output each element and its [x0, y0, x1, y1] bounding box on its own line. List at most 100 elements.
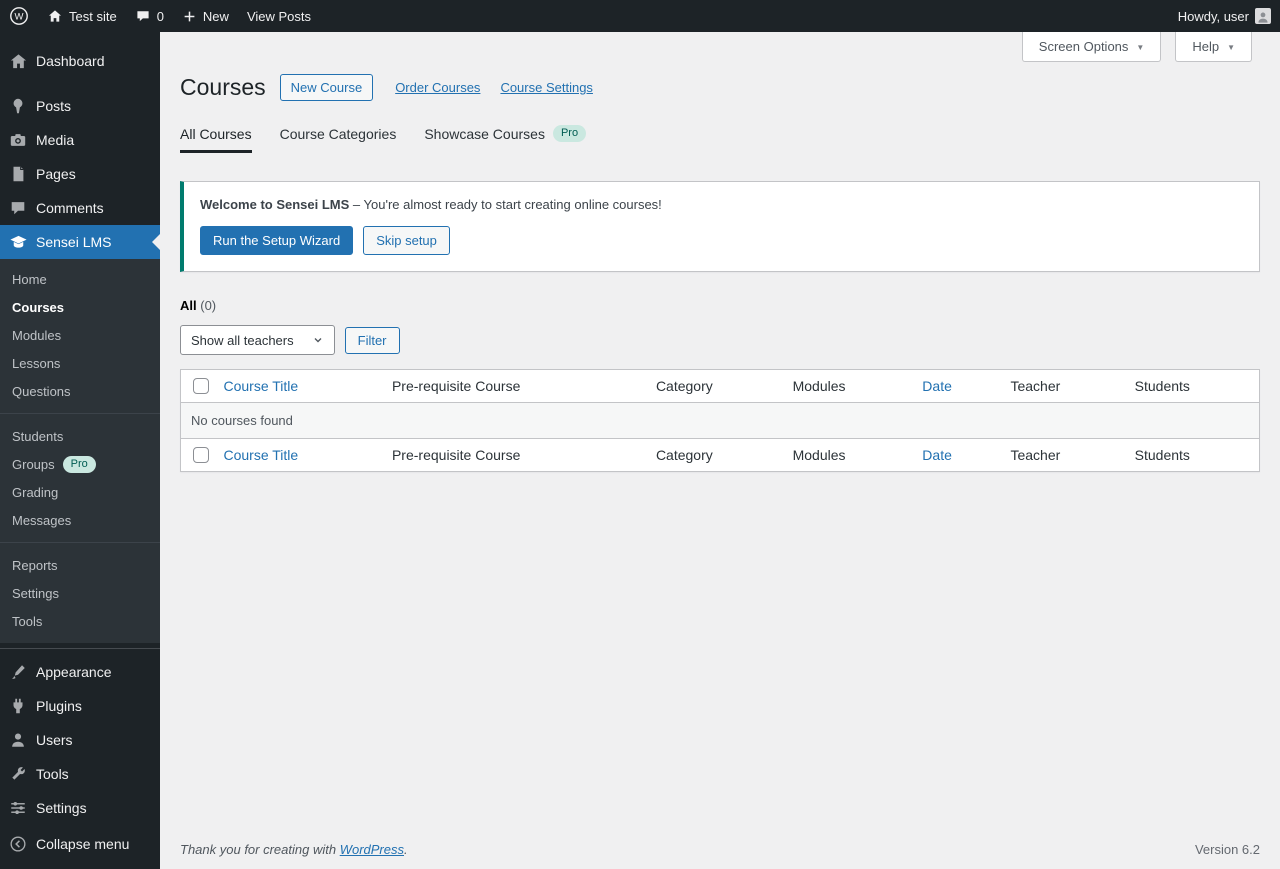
table-header-row: Course Title Pre-requisite Course Catego…	[180, 369, 1260, 403]
submenu-label: Modules	[12, 327, 62, 343]
page-title: Courses	[180, 74, 266, 100]
submenu-item-reports[interactable]: Reports	[0, 551, 160, 579]
comments-bubble-icon	[0, 199, 36, 217]
filter-button[interactable]: Filter	[344, 326, 400, 354]
footer-version: Version 6.2	[1194, 842, 1260, 857]
footer-thanks-text: Thank you for creating with	[180, 842, 337, 857]
tab-showcase-courses[interactable]: Showcase Courses Pro	[424, 125, 587, 153]
sidebar-item-dashboard[interactable]: Dashboard	[0, 44, 160, 78]
course-settings-link[interactable]: Course Settings	[500, 80, 593, 95]
column-teacher: Teacher	[1000, 438, 1125, 472]
tab-all-courses[interactable]: All Courses	[180, 126, 252, 153]
help-label: Help	[1192, 39, 1220, 54]
submenu-item-settings[interactable]: Settings	[0, 579, 160, 607]
select-all-checkbox[interactable]	[193, 447, 209, 463]
column-course-title[interactable]: Course Title	[213, 369, 382, 403]
sidebar-item-sensei-lms[interactable]: Sensei LMS	[0, 225, 160, 259]
wordpress-logo-button[interactable]: W	[0, 0, 38, 32]
menu-separator	[0, 78, 160, 89]
settings-sliders-icon	[0, 799, 36, 817]
admin-bar: W Test site 0 New View Posts Howdy, user	[0, 0, 1280, 32]
submenu-item-tools[interactable]: Tools	[0, 607, 160, 635]
column-students: Students	[1124, 438, 1260, 472]
tab-label: All Courses	[180, 125, 252, 142]
wordpress-link[interactable]: WordPress	[340, 842, 404, 857]
avatar	[1255, 8, 1271, 24]
account-menu[interactable]: Howdy, user	[1169, 0, 1280, 32]
sidebar-item-label: Users	[36, 732, 73, 748]
filter-bar: Show all teachers Filter	[180, 325, 1260, 355]
menu-separator	[0, 648, 160, 649]
submenu-item-modules[interactable]: Modules	[0, 321, 160, 349]
plugins-plug-icon	[0, 697, 36, 715]
column-date[interactable]: Date	[912, 369, 1001, 403]
chevron-down-icon: ▼	[1227, 43, 1235, 52]
sidebar-item-pages[interactable]: Pages	[0, 157, 160, 191]
teacher-filter-value: Show all teachers	[191, 332, 294, 348]
select-all-checkbox[interactable]	[193, 378, 209, 394]
submenu-label: Lessons	[12, 355, 61, 371]
sidebar-item-users[interactable]: Users	[0, 723, 160, 757]
sidebar-item-media[interactable]: Media	[0, 123, 160, 157]
submenu-item-home[interactable]: Home	[0, 265, 160, 293]
courses-tabs: All Courses Course Categories Showcase C…	[180, 125, 1260, 153]
sidebar-item-label: Comments	[36, 200, 104, 216]
collapse-menu-label: Collapse menu	[36, 836, 130, 852]
sidebar-item-settings[interactable]: Settings	[0, 791, 160, 825]
appearance-brush-icon	[0, 663, 36, 681]
skip-setup-button[interactable]: Skip setup	[363, 226, 450, 255]
submenu-item-courses[interactable]: Courses	[0, 293, 160, 321]
submenu-item-messages[interactable]: Messages	[0, 506, 160, 534]
submenu-label: Home	[12, 271, 47, 287]
submenu-item-students[interactable]: Students	[0, 422, 160, 450]
home-icon	[47, 8, 63, 24]
tab-course-categories[interactable]: Course Categories	[280, 126, 397, 153]
submenu-label: Tools	[12, 613, 43, 629]
sidebar-item-label: Tools	[36, 766, 69, 782]
sidebar-item-appearance[interactable]: Appearance	[0, 655, 160, 689]
new-content-label: New	[202, 8, 229, 24]
pages-document-icon	[0, 165, 36, 183]
sidebar-item-plugins[interactable]: Plugins	[0, 689, 160, 723]
chevron-down-icon: ▼	[1136, 43, 1145, 52]
new-course-button[interactable]: New Course	[279, 74, 374, 101]
order-courses-link[interactable]: Order Courses	[395, 80, 480, 95]
tab-label: Showcase Courses	[424, 125, 545, 142]
submenu-item-grading[interactable]: Grading	[0, 478, 160, 506]
help-button[interactable]: Help ▼	[1175, 32, 1252, 62]
footer-thanks: Thank you for creating with WordPress.	[180, 842, 408, 857]
submenu-item-lessons[interactable]: Lessons	[0, 349, 160, 377]
comments-bubble-button[interactable]: 0	[126, 0, 173, 32]
pro-badge: Pro	[62, 455, 96, 473]
column-course-title[interactable]: Course Title	[213, 438, 382, 472]
courses-table: Course Title Pre-requisite Course Catego…	[180, 369, 1260, 472]
column-prerequisite-course: Pre-requisite Course	[381, 369, 646, 403]
column-teacher: Teacher	[1000, 369, 1125, 403]
submenu-item-groups[interactable]: Groups Pro	[0, 450, 160, 478]
sidebar-item-posts[interactable]: Posts	[0, 89, 160, 123]
dashboard-icon	[0, 52, 36, 71]
screen-options-button[interactable]: Screen Options ▼	[1021, 32, 1162, 62]
posts-pin-icon	[0, 97, 36, 115]
site-name-link[interactable]: Test site	[38, 0, 126, 32]
admin-sidebar: Dashboard Posts Media Pages Comments Sen…	[0, 32, 160, 869]
run-setup-wizard-button[interactable]: Run the Setup Wizard	[200, 226, 354, 255]
teacher-filter-select[interactable]: Show all teachers	[180, 325, 335, 355]
collapse-menu-button[interactable]: Collapse menu	[0, 827, 160, 861]
submenu-item-questions[interactable]: Questions	[0, 377, 160, 405]
view-posts-link[interactable]: View Posts	[238, 0, 320, 32]
filter-all-link[interactable]: All (0)	[180, 298, 216, 313]
media-camera-icon	[0, 131, 36, 149]
sidebar-item-tools[interactable]: Tools	[0, 757, 160, 791]
submenu-label: Students	[12, 428, 64, 444]
column-date[interactable]: Date	[912, 438, 1001, 472]
new-content-button[interactable]: New	[173, 0, 238, 32]
sidebar-item-comments[interactable]: Comments	[0, 191, 160, 225]
howdy-label: Howdy, user	[1177, 8, 1249, 24]
chevron-down-icon	[314, 338, 322, 343]
view-posts-label: View Posts	[246, 8, 312, 24]
sidebar-item-label: Pages	[36, 166, 76, 182]
sensei-lms-icon	[0, 233, 36, 252]
notice-title: Welcome to Sensei LMS	[200, 197, 350, 212]
submenu-label: Courses	[12, 299, 65, 315]
